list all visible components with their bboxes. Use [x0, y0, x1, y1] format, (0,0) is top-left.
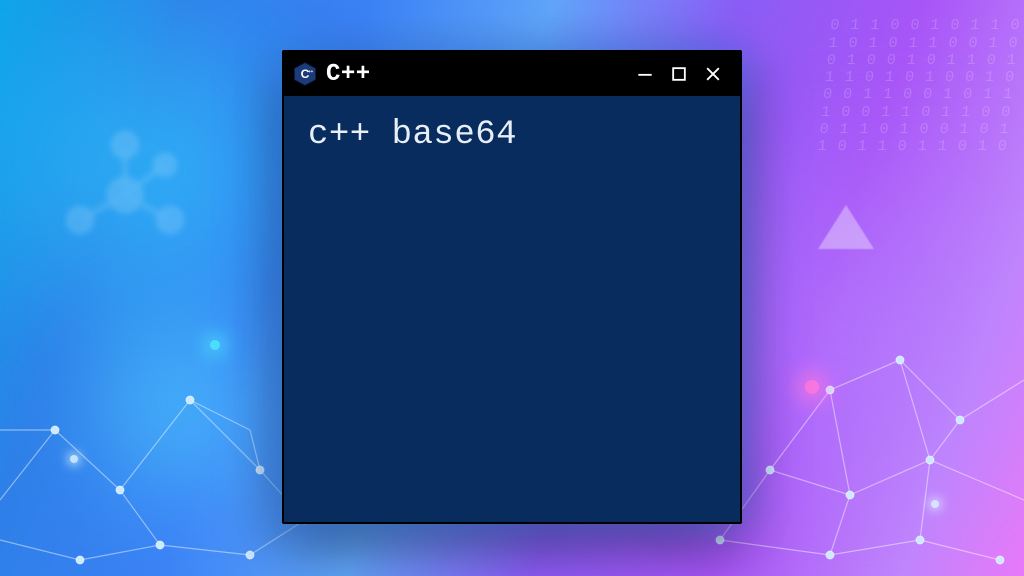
window-content: c++ base64	[284, 96, 740, 522]
cpp-icon: C ++	[292, 61, 318, 87]
svg-text:++: ++	[308, 69, 314, 74]
maximize-button[interactable]	[662, 58, 696, 90]
window-controls	[628, 58, 730, 90]
minimize-button[interactable]	[628, 58, 662, 90]
window-title: C++	[326, 61, 371, 88]
close-button[interactable]	[696, 58, 730, 90]
content-text: c++ base64	[308, 116, 517, 154]
titlebar[interactable]: C ++ C++	[284, 52, 740, 96]
app-window: C ++ C++ c++ base64	[282, 50, 742, 524]
